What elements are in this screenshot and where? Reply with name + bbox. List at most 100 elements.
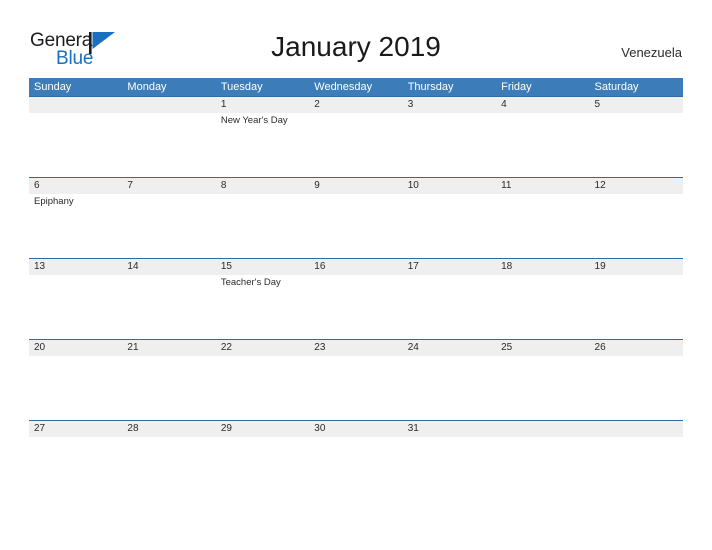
day-cell[interactable]: Teacher's Day: [216, 275, 309, 338]
day-cell[interactable]: [496, 113, 589, 176]
day-number[interactable]: 29: [216, 421, 309, 437]
day-number[interactable]: 4: [496, 97, 589, 113]
day-cell[interactable]: [496, 437, 589, 500]
week-event-band: Epiphany: [29, 194, 683, 257]
day-number[interactable]: 5: [590, 97, 683, 113]
day-number[interactable]: 11: [496, 178, 589, 194]
day-cell[interactable]: [309, 194, 402, 257]
day-number[interactable]: 15: [216, 259, 309, 275]
day-cell[interactable]: [29, 113, 122, 176]
day-number[interactable]: 21: [122, 340, 215, 356]
week-row: 6 7 8 9 10 11 12 Epiphany: [29, 177, 683, 258]
week-row: 13 14 15 16 17 18 19 Teacher's Day: [29, 258, 683, 339]
day-cell[interactable]: [496, 275, 589, 338]
week-event-band: [29, 437, 683, 500]
day-number[interactable]: 3: [403, 97, 496, 113]
day-number[interactable]: [29, 97, 122, 113]
day-cell[interactable]: [590, 113, 683, 176]
day-number[interactable]: [122, 97, 215, 113]
day-number[interactable]: 26: [590, 340, 683, 356]
weekday-header-monday: Monday: [127, 81, 167, 93]
day-number[interactable]: 10: [403, 178, 496, 194]
day-cell[interactable]: Epiphany: [29, 194, 122, 257]
weekday-header-thursday: Thursday: [407, 81, 454, 93]
calendar-grid: Sunday Monday Tuesday Wednesday Thursday…: [29, 78, 683, 501]
day-number[interactable]: 14: [122, 259, 215, 275]
day-number[interactable]: 28: [122, 421, 215, 437]
day-cell[interactable]: [122, 275, 215, 338]
day-number[interactable]: 12: [590, 178, 683, 194]
day-cell[interactable]: [122, 113, 215, 176]
day-number[interactable]: 9: [309, 178, 402, 194]
day-cell[interactable]: [403, 437, 496, 500]
event-label: Epiphany: [34, 196, 74, 207]
day-cell[interactable]: [216, 437, 309, 500]
week-date-band: 27 28 29 30 31: [29, 421, 683, 437]
week-row: 1 2 3 4 5 New Year's Day: [29, 96, 683, 177]
week-date-band: 13 14 15 16 17 18 19: [29, 259, 683, 275]
day-cell[interactable]: [122, 356, 215, 419]
day-cell[interactable]: [403, 113, 496, 176]
weekday-header-row: Sunday Monday Tuesday Wednesday Thursday…: [29, 78, 683, 96]
day-number[interactable]: 1: [216, 97, 309, 113]
day-cell[interactable]: [29, 437, 122, 500]
page-title: January 2019: [271, 31, 441, 62]
weekday-header-tuesday: Tuesday: [220, 81, 263, 93]
day-cell[interactable]: [590, 275, 683, 338]
day-number[interactable]: 19: [590, 259, 683, 275]
day-cell[interactable]: New Year's Day: [216, 113, 309, 176]
day-number[interactable]: 16: [309, 259, 402, 275]
day-cell[interactable]: [590, 194, 683, 257]
day-cell[interactable]: [216, 356, 309, 419]
day-number[interactable]: 18: [496, 259, 589, 275]
calendar-page: General Blue January 2019 Venezuela Sund…: [0, 0, 712, 550]
region-label: Venezuela: [621, 45, 682, 60]
day-number[interactable]: [496, 421, 589, 437]
weekday-header-friday: Friday: [501, 81, 532, 93]
day-cell[interactable]: [29, 275, 122, 338]
day-cell[interactable]: [122, 194, 215, 257]
day-cell[interactable]: [496, 194, 589, 257]
event-label: Teacher's Day: [220, 277, 281, 288]
day-cell[interactable]: [309, 356, 402, 419]
day-cell[interactable]: [309, 437, 402, 500]
day-cell[interactable]: [29, 356, 122, 419]
day-number[interactable]: 31: [403, 421, 496, 437]
weekday-header-saturday: Saturday: [594, 81, 639, 93]
day-number[interactable]: 6: [29, 178, 122, 194]
week-event-band: New Year's Day: [29, 113, 683, 176]
day-cell[interactable]: [403, 194, 496, 257]
page-header: General Blue January 2019 Venezuela: [0, 0, 712, 78]
day-cell[interactable]: [590, 356, 683, 419]
weekday-header-wednesday: Wednesday: [314, 81, 373, 93]
week-row: 27 28 29 30 31: [29, 420, 683, 501]
day-number[interactable]: 23: [309, 340, 402, 356]
day-number[interactable]: 27: [29, 421, 122, 437]
day-cell[interactable]: [309, 275, 402, 338]
day-cell[interactable]: [309, 113, 402, 176]
day-number[interactable]: 2: [309, 97, 402, 113]
day-cell[interactable]: [403, 275, 496, 338]
day-number[interactable]: 17: [403, 259, 496, 275]
day-number[interactable]: 20: [29, 340, 122, 356]
day-cell[interactable]: [122, 437, 215, 500]
week-date-band: 20 21 22 23 24 25 26: [29, 340, 683, 356]
week-date-band: 6 7 8 9 10 11 12: [29, 178, 683, 194]
day-number[interactable]: [590, 421, 683, 437]
week-event-band: [29, 356, 683, 419]
day-cell[interactable]: [590, 437, 683, 500]
event-label: New Year's Day: [220, 115, 288, 126]
day-number[interactable]: 8: [216, 178, 309, 194]
day-number[interactable]: 24: [403, 340, 496, 356]
day-number[interactable]: 30: [309, 421, 402, 437]
day-cell[interactable]: [216, 194, 309, 257]
day-number[interactable]: 25: [496, 340, 589, 356]
day-number[interactable]: 22: [216, 340, 309, 356]
day-cell[interactable]: [403, 356, 496, 419]
week-event-band: Teacher's Day: [29, 275, 683, 338]
weekday-header-sunday: Sunday: [34, 81, 72, 93]
day-cell[interactable]: [496, 356, 589, 419]
day-number[interactable]: 13: [29, 259, 122, 275]
week-date-band: 1 2 3 4 5: [29, 97, 683, 113]
day-number[interactable]: 7: [122, 178, 215, 194]
